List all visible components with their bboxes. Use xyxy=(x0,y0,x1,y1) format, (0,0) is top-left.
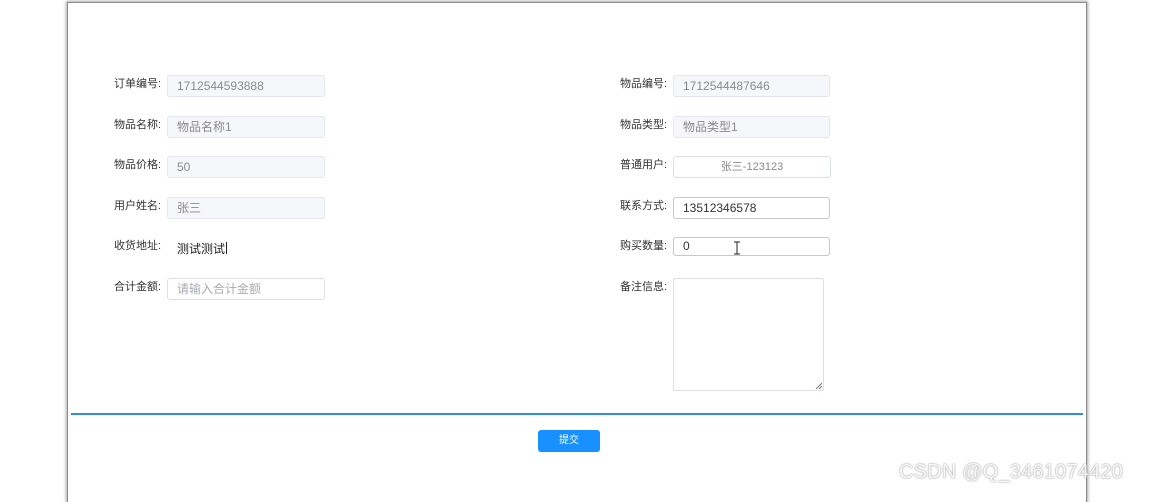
regular-user-label: 普通用户: xyxy=(620,159,668,171)
address-value: 测试测试 xyxy=(177,242,226,256)
item-type-field: 物品类型1 xyxy=(673,116,830,138)
contact-input[interactable]: 13512346578 xyxy=(673,197,830,219)
order-no-field: 1712544593888 xyxy=(167,75,325,97)
user-name-label: 用户姓名: xyxy=(114,200,162,212)
item-price-field: 50 xyxy=(167,156,325,178)
item-name-label: 物品名称: xyxy=(114,119,162,131)
text-caret xyxy=(226,242,228,254)
regular-user-select[interactable]: 张三-123123 xyxy=(673,156,831,178)
submit-button[interactable]: 提交 xyxy=(538,430,600,452)
total-amount-input[interactable]: 请输入合计金额 xyxy=(167,278,325,300)
item-no-label: 物品编号: xyxy=(620,78,668,90)
resize-grip-icon[interactable] xyxy=(815,382,822,389)
quantity-input[interactable]: 0 xyxy=(673,237,830,256)
remarks-textarea[interactable] xyxy=(673,278,824,391)
watermark: CSDN @Q_3461074420 xyxy=(899,461,1124,483)
address-label: 收货地址: xyxy=(114,240,162,252)
quantity-label: 购买数量: xyxy=(620,240,668,252)
item-type-label: 物品类型: xyxy=(620,119,668,131)
item-name-field: 物品名称1 xyxy=(167,116,325,138)
contact-label: 联系方式: xyxy=(620,200,668,212)
order-no-label: 订单编号: xyxy=(114,78,162,90)
user-name-field: 张三 xyxy=(167,197,325,219)
total-label: 合计金额: xyxy=(114,281,162,293)
footer-divider xyxy=(71,413,1083,415)
item-no-field: 1712544487646 xyxy=(673,75,830,97)
address-field[interactable]: 测试测试 xyxy=(177,242,228,256)
item-price-label: 物品价格: xyxy=(114,159,162,171)
remarks-label: 备注信息: xyxy=(620,281,668,293)
text-cursor-icon xyxy=(734,241,740,255)
